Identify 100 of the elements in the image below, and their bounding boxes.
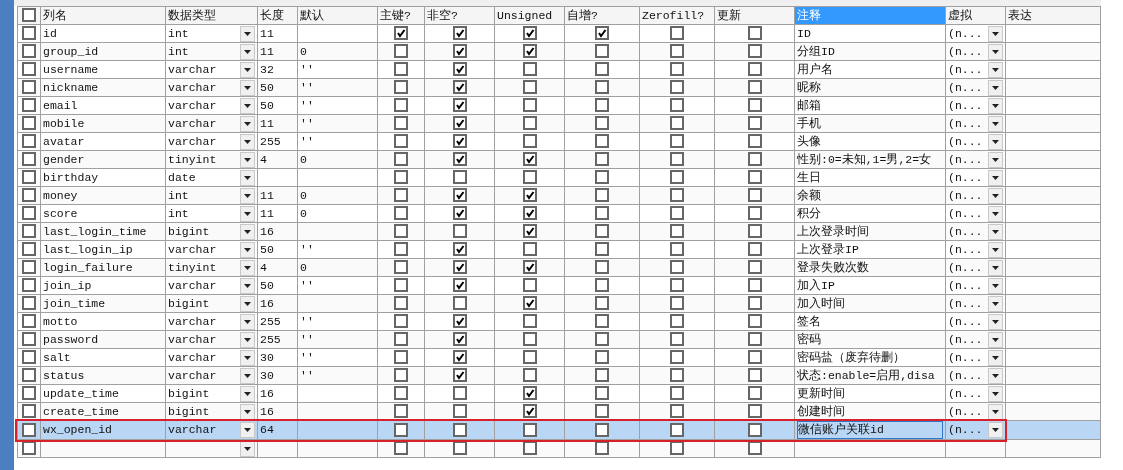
checkbox[interactable] [394,170,408,185]
dropdown-button[interactable] [988,151,1003,168]
checkbox[interactable] [452,152,467,167]
dropdown-button[interactable] [240,61,255,78]
checkbox[interactable] [595,422,609,437]
checkbox[interactable] [670,404,684,419]
checkbox[interactable] [595,278,609,293]
column-header[interactable]: 长度 [257,6,298,25]
checkbox[interactable] [670,152,684,167]
checkbox[interactable] [670,134,684,149]
dropdown-button[interactable] [240,241,255,258]
column-header[interactable]: 默认 [297,6,378,25]
checkbox[interactable] [394,80,408,95]
checkbox[interactable] [595,62,609,77]
dropdown-button[interactable] [240,151,255,168]
checkbox[interactable] [595,152,609,167]
checkbox[interactable] [452,422,467,437]
checkbox[interactable] [670,224,684,239]
column-header[interactable]: 数据类型 [165,6,258,25]
checkbox[interactable] [595,224,609,239]
checkbox[interactable] [452,116,467,131]
checkbox[interactable] [452,206,467,221]
checkbox[interactable] [595,98,609,113]
dropdown-button[interactable] [240,349,255,366]
checkbox[interactable] [522,368,537,383]
checkbox[interactable] [22,278,36,293]
dropdown-button[interactable] [988,205,1003,222]
checkbox[interactable] [595,44,609,59]
checkbox[interactable] [394,224,408,239]
dropdown-button[interactable] [988,277,1003,294]
checkbox[interactable] [747,278,762,293]
column-header[interactable]: 更新 [714,6,795,25]
checkbox[interactable] [22,134,36,149]
checkbox[interactable] [747,224,762,239]
dropdown-button[interactable] [240,187,255,204]
checkbox[interactable] [522,116,537,131]
checkbox[interactable] [595,368,609,383]
checkbox[interactable] [747,188,762,203]
checkbox[interactable] [22,62,36,77]
checkbox[interactable] [595,350,609,365]
dropdown-button[interactable] [988,241,1003,258]
checkbox[interactable] [670,26,684,41]
column-header[interactable]: 自增? [564,6,640,25]
checkbox[interactable] [394,116,408,131]
dropdown-button[interactable] [240,133,255,150]
checkbox[interactable] [747,260,762,275]
checkbox[interactable] [670,314,684,329]
checkbox[interactable] [22,152,36,167]
checkbox[interactable] [452,134,467,149]
checkbox[interactable] [522,422,537,437]
checkbox[interactable] [670,422,684,437]
dropdown-button[interactable] [240,79,255,96]
checkbox[interactable] [670,116,684,131]
checkbox[interactable] [394,188,408,203]
checkbox[interactable] [452,224,467,239]
checkbox[interactable] [394,26,408,41]
checkbox[interactable] [747,422,762,437]
dropdown-button[interactable] [240,403,255,420]
checkbox[interactable] [595,260,609,275]
checkbox[interactable] [522,152,537,167]
checkbox[interactable] [452,296,467,311]
checkbox[interactable] [22,206,36,221]
checkbox[interactable] [452,80,467,95]
checkbox[interactable] [522,80,537,95]
comment-field[interactable]: 微信账户关联id [797,421,943,439]
checkbox[interactable] [670,242,684,257]
checkbox[interactable] [522,332,537,347]
dropdown-button[interactable] [240,259,255,276]
checkbox[interactable] [452,44,467,59]
checkbox[interactable] [22,422,36,437]
checkbox[interactable] [670,62,684,77]
dropdown-button[interactable] [988,43,1003,60]
checkbox[interactable] [670,170,684,185]
checkbox[interactable] [522,296,537,311]
checkbox[interactable] [394,314,408,329]
dropdown-button[interactable] [240,169,255,186]
checkbox[interactable] [595,386,609,401]
checkbox[interactable] [452,188,467,203]
checkbox[interactable] [22,98,36,113]
checkbox[interactable] [747,242,762,257]
checkbox[interactable] [452,332,467,347]
dropdown-button[interactable] [240,367,255,384]
checkbox[interactable] [394,386,408,401]
checkbox[interactable] [747,62,762,77]
checkbox[interactable] [522,188,537,203]
checkbox[interactable] [394,152,408,167]
checkbox[interactable] [670,188,684,203]
checkbox[interactable] [394,206,408,221]
checkbox[interactable] [452,368,467,383]
dropdown-button[interactable] [988,223,1003,240]
checkbox[interactable] [747,44,762,59]
checkbox[interactable] [452,98,467,113]
checkbox[interactable] [747,314,762,329]
checkbox[interactable] [747,26,762,41]
checkbox[interactable] [670,368,684,383]
dropdown-button[interactable] [988,133,1003,150]
checkbox[interactable] [522,260,537,275]
checkbox[interactable] [522,314,537,329]
checkbox[interactable] [747,152,762,167]
checkbox[interactable] [22,296,36,311]
